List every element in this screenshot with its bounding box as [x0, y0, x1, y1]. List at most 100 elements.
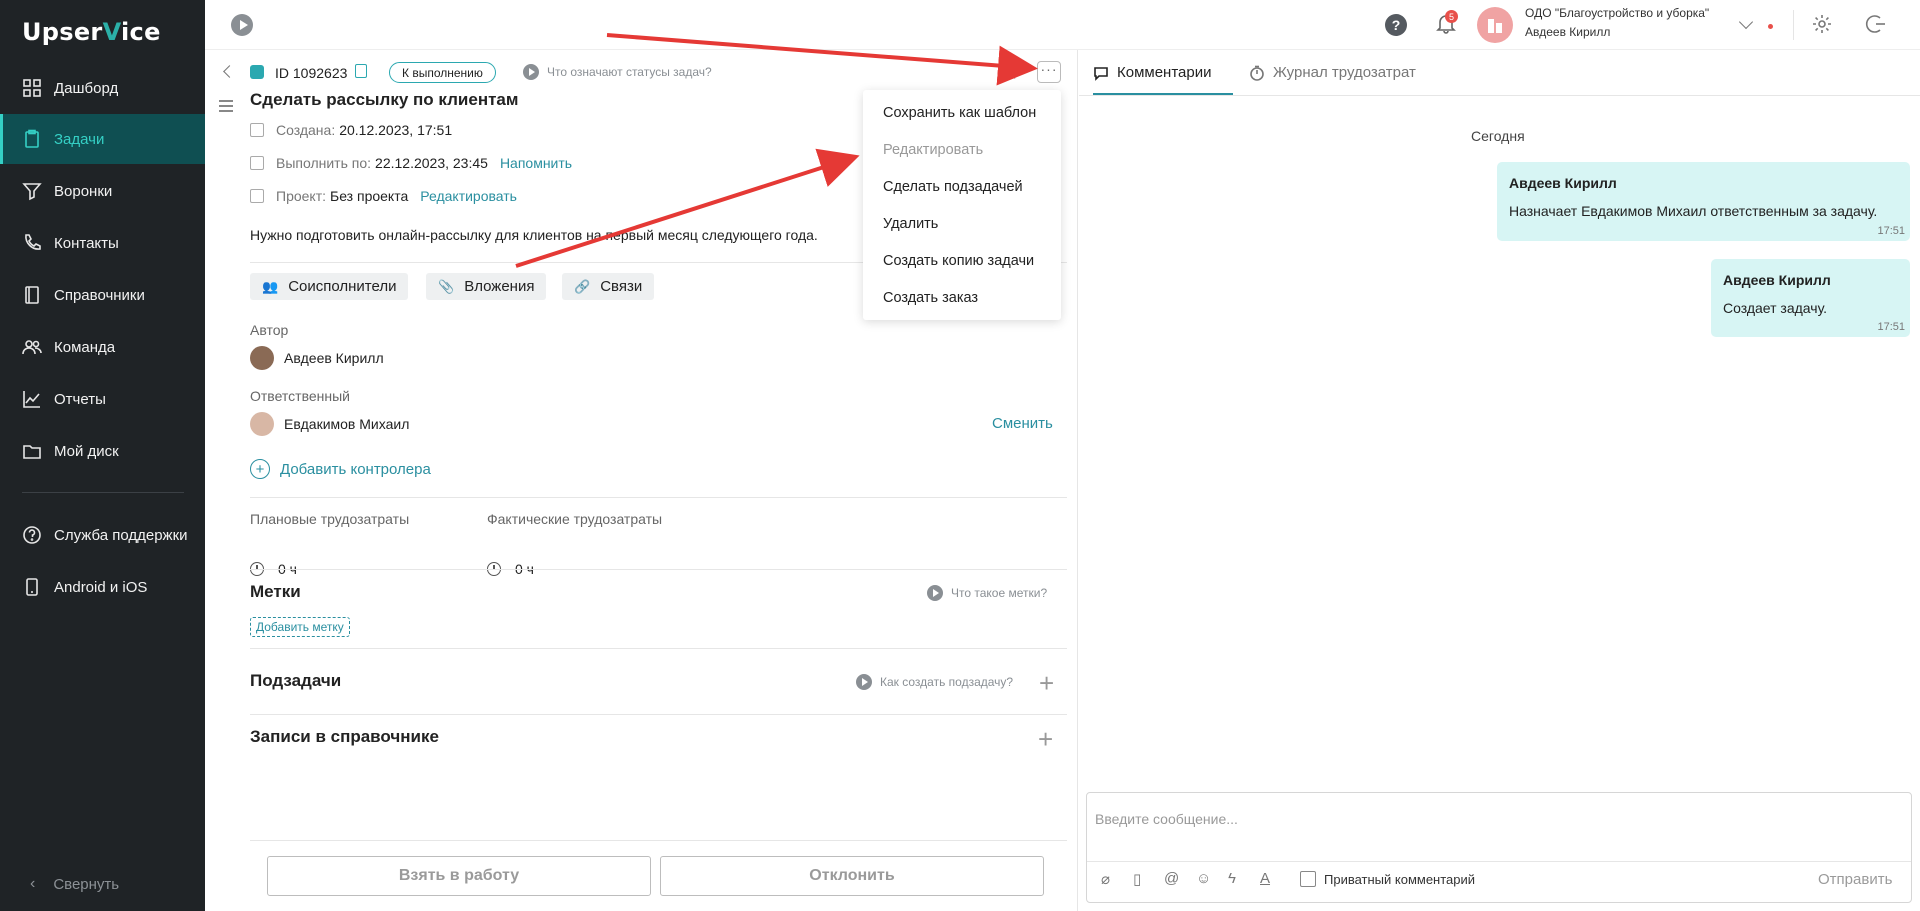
sidebar-item-contacts[interactable]: Контакты: [0, 218, 205, 268]
menu-item-create-order[interactable]: Создать заказ: [863, 279, 1061, 316]
building-icon: [1488, 19, 1502, 33]
take-to-work-button[interactable]: Взять в работу: [267, 856, 651, 896]
send-button[interactable]: Отправить: [1818, 871, 1892, 888]
sidebar-item-my-disk[interactable]: Мой диск: [0, 426, 205, 476]
task-icon: [250, 65, 264, 79]
tags-help-label: Что такое метки?: [951, 586, 1048, 600]
logout-icon[interactable]: [1865, 13, 1887, 39]
menu-item-copy-task[interactable]: Создать копию задачи: [863, 242, 1061, 279]
comment-time: 17:51: [1877, 225, 1905, 237]
author-name: Авдеев Кирилл: [284, 350, 384, 366]
sidebar-item-label: Служба поддержки: [54, 526, 188, 544]
avatar: [250, 412, 274, 436]
tab-label: Комментарии: [1117, 64, 1212, 81]
sidebar-item-reports[interactable]: Отчеты: [0, 374, 205, 424]
menu-item-edit[interactable]: Редактировать: [863, 131, 1061, 168]
play-icon: [523, 64, 539, 80]
lightning-icon[interactable]: ϟ: [1228, 870, 1236, 887]
assignee-name: Евдакимов Михаил: [284, 416, 410, 432]
add-subtask-icon[interactable]: +: [1039, 670, 1054, 696]
links-button[interactable]: 🔗 Связи: [562, 273, 655, 300]
more-actions-button[interactable]: ···: [1037, 61, 1061, 83]
divider: [1793, 10, 1794, 40]
attach-icon[interactable]: ⌀: [1101, 870, 1110, 888]
link-icon: 🔗: [574, 278, 591, 294]
org-name[interactable]: ОДО "Благоустройство и уборка": [1525, 6, 1709, 20]
org-avatar[interactable]: [1477, 7, 1513, 43]
calendar-icon: [250, 123, 264, 137]
actual-effort-label: Фактические трудозатраты: [487, 511, 663, 527]
mention-icon[interactable]: @: [1164, 870, 1179, 887]
sidebar-item-label: Воронки: [54, 182, 113, 200]
divider: [250, 569, 1067, 570]
sidebar-item-label: Дашборд: [54, 79, 119, 97]
status-help-link[interactable]: Что означают статусы задач?: [523, 64, 712, 80]
change-assignee-link[interactable]: Сменить: [992, 415, 1053, 432]
file-icon[interactable]: ▯: [1133, 870, 1141, 888]
sidebar-item-mobile[interactable]: Android и iOS: [0, 562, 205, 612]
tab-effort-log[interactable]: Журнал трудозатрат: [1249, 64, 1416, 81]
menu-item-make-subtask[interactable]: Сделать подзадачей: [863, 168, 1061, 205]
emoji-icon[interactable]: ☺: [1196, 870, 1211, 887]
sidebar-item-tasks[interactable]: Задачи: [0, 114, 205, 164]
remind-link[interactable]: Напомнить: [500, 155, 572, 171]
copy-icon[interactable]: [355, 64, 367, 78]
reject-button[interactable]: Отклонить: [660, 856, 1044, 896]
coexecutors-button[interactable]: 👥 Соисполнители: [250, 273, 409, 300]
attachments-button[interactable]: 📎 Вложения: [426, 273, 547, 300]
private-comment-label: Приватный комментарий: [1324, 871, 1476, 887]
project-label: Проект:: [276, 188, 327, 204]
sidebar-item-support[interactable]: Служба поддержки: [0, 510, 205, 560]
phone-icon: [22, 233, 42, 253]
sidebar-item-directories[interactable]: Справочники: [0, 270, 205, 320]
project-row: Проект: Без проекта Редактировать: [250, 188, 517, 204]
sidebar-item-team[interactable]: Команда: [0, 322, 205, 372]
chevron-down-icon[interactable]: [1738, 14, 1754, 30]
add-tag-button[interactable]: Добавить метку: [250, 617, 350, 637]
divider: [250, 714, 1067, 715]
plus-circle-icon: +: [250, 459, 270, 479]
author[interactable]: Авдеев Кирилл: [250, 346, 384, 370]
project-edit-link[interactable]: Редактировать: [420, 188, 517, 204]
subtasks-help-link[interactable]: Как создать подзадачу?: [856, 674, 1013, 690]
add-directory-record-icon[interactable]: +: [1038, 726, 1053, 752]
play-icon[interactable]: [231, 14, 253, 36]
grid-icon: [22, 78, 42, 98]
back-icon[interactable]: [223, 65, 236, 78]
sidebar-item-label: Отчеты: [54, 390, 106, 408]
sidebar-item-funnels[interactable]: Воронки: [0, 166, 205, 216]
tags-title: Метки: [250, 582, 301, 601]
status-badge[interactable]: К выполнению: [389, 62, 496, 83]
menu-item-save-template[interactable]: Сохранить как шаблон: [863, 94, 1061, 131]
date-separator: Сегодня: [1471, 128, 1525, 144]
menu-icon[interactable]: [219, 100, 233, 115]
gear-icon[interactable]: [1811, 13, 1833, 39]
text-format-icon[interactable]: A: [1260, 870, 1270, 887]
private-comment-toggle[interactable]: Приватный комментарий: [1300, 871, 1475, 887]
chip-label: Вложения: [464, 278, 535, 295]
tags-help-link[interactable]: Что такое метки?: [927, 585, 1047, 601]
assignee[interactable]: Евдакимов Михаил: [250, 412, 409, 436]
comment-time: 17:51: [1877, 321, 1905, 333]
created-label: Создана:: [276, 122, 336, 138]
message-input[interactable]: Введите сообщение...: [1095, 811, 1238, 827]
divider: [250, 648, 1067, 649]
tab-comments[interactable]: Комментарии: [1093, 64, 1211, 81]
comment-author: Авдеев Кирилл: [1723, 272, 1831, 288]
collapse-label: Свернуть: [53, 875, 120, 893]
help-button[interactable]: ?: [1385, 14, 1407, 36]
star-icon[interactable]: ☆: [1003, 63, 1019, 84]
stopwatch-icon: [1250, 65, 1264, 81]
checkbox[interactable]: [1300, 871, 1316, 887]
sidebar-item-dashboard[interactable]: Дашборд: [0, 63, 205, 113]
collapse-sidebar-button[interactable]: ‹ Свернуть: [30, 875, 119, 893]
comment-bubble: Авдеев Кирилл Назначает Евдакимов Михаил…: [1497, 162, 1910, 241]
chevron-left-icon: ‹: [30, 875, 36, 892]
logo[interactable]: UpserVice: [22, 18, 161, 46]
team-icon: [22, 337, 42, 357]
user-name[interactable]: Авдеев Кирилл: [1525, 25, 1610, 39]
add-controller-button[interactable]: + Добавить контролера: [250, 459, 431, 479]
sidebar-divider: [22, 492, 184, 493]
notifications-badge: 5: [1445, 10, 1458, 23]
menu-item-delete[interactable]: Удалить: [863, 205, 1061, 242]
